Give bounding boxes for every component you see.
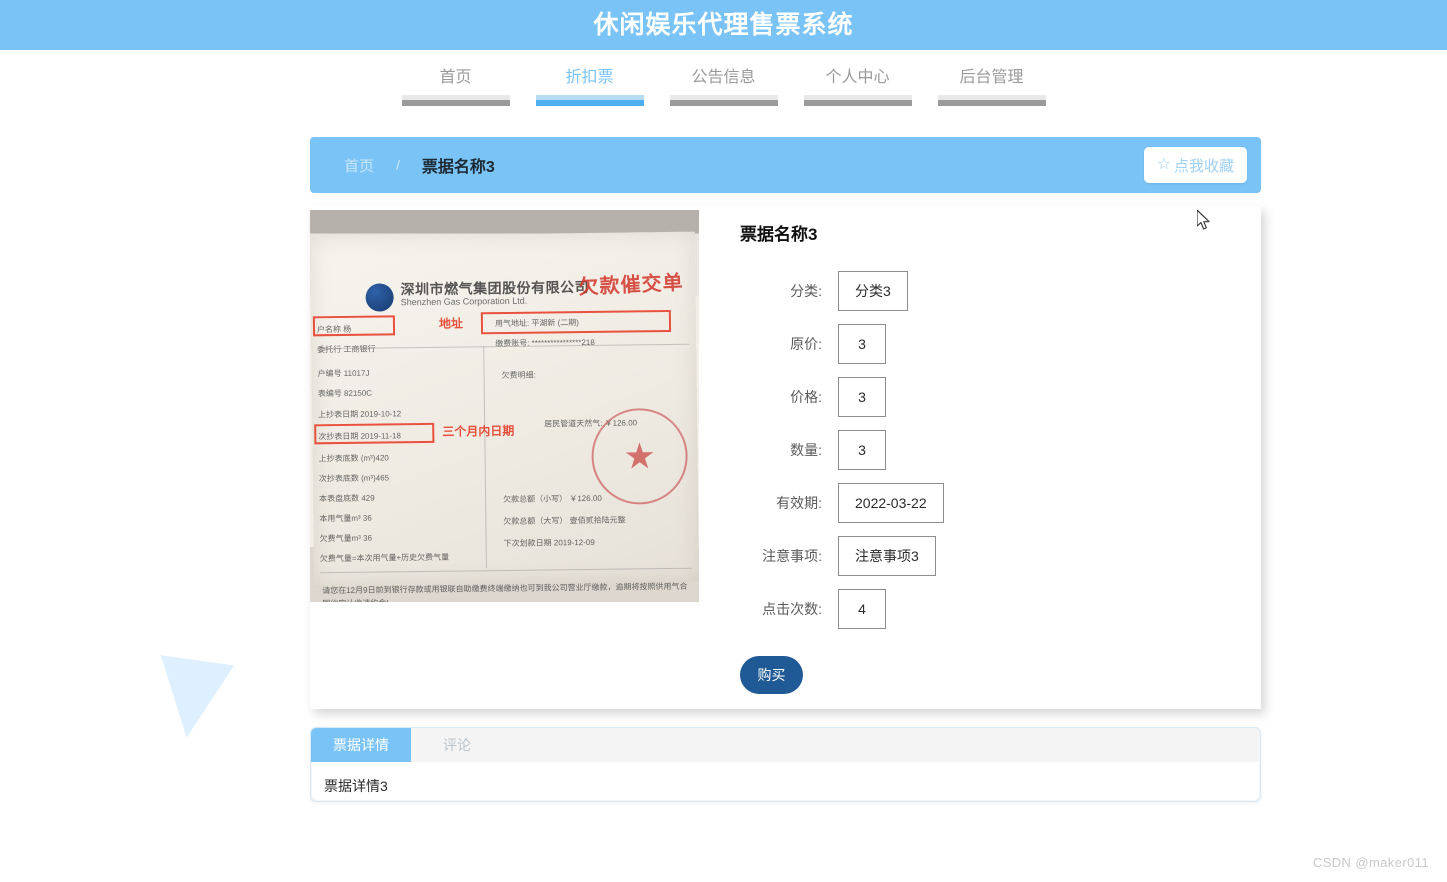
- photo-text-line: 欠费明细:: [501, 370, 536, 381]
- form-row-notes: 注意事项: 注意事项3: [728, 536, 1248, 576]
- nav-item-discount-tickets[interactable]: 折扣票: [535, 68, 644, 106]
- notes-value: 注意事项3: [838, 536, 936, 576]
- photo-text-line: 缴费账号: ****************218: [495, 337, 595, 349]
- nav-underline: [401, 95, 510, 106]
- site-title: 休闲娱乐代理售票系统: [593, 10, 854, 39]
- site-header: 休闲娱乐代理售票系统: [0, 0, 1447, 50]
- form-row-original-price: 原价: 3: [728, 324, 1248, 364]
- breadcrumb-home-link[interactable]: 首页: [344, 155, 374, 176]
- form-label: 有效期:: [776, 495, 822, 511]
- breadcrumb-separator: /: [396, 157, 400, 173]
- photo-text-line: 请您在12月9日前到银行存款或用银联自助缴费终端缴纳也可到我公司营业厅缴款，逾期…: [322, 581, 688, 602]
- tab-ticket-details[interactable]: 票据详情: [311, 728, 411, 762]
- detail-title: 票据名称3: [740, 225, 818, 244]
- photo-text-line: 委托行 工商银行: [317, 344, 376, 355]
- photo-text-line: 上抄表日期 2019-10-12: [318, 409, 402, 420]
- favorite-button[interactable]: ☆ 点我收藏: [1143, 147, 1247, 183]
- photo-highlight-box: [480, 309, 672, 335]
- click-count-value: 4: [838, 589, 886, 629]
- form-row-price: 价格: 3: [728, 377, 1248, 417]
- photo-text-line: 欠款总额（大写） 壹佰贰拾陆元整: [503, 515, 626, 527]
- nav-item-label: 折扣票: [565, 69, 614, 86]
- form-label: 价格:: [790, 389, 822, 405]
- photo-text-line: 欠费气量m³ 36: [319, 533, 373, 544]
- form-row-category: 分类: 分类3: [728, 271, 1248, 311]
- tabs-strip: 票据详情 评论: [311, 728, 1260, 762]
- validity-value: 2022-03-22: [838, 483, 944, 523]
- main-nav: 首页 折扣票 公告信息 个人中心 后台管理: [0, 50, 1447, 114]
- form-row-validity: 有效期: 2022-03-22: [728, 483, 1248, 523]
- form-label: 数量:: [790, 442, 822, 458]
- photo-divider: [483, 346, 487, 569]
- nav-item-label: 个人中心: [825, 69, 890, 86]
- nav-underline: [535, 95, 644, 106]
- photo-text-line: 户编号 11017J: [317, 368, 370, 379]
- tab-content-ticket-details: 票据详情3: [312, 762, 1259, 800]
- form-label: 点击次数:: [762, 601, 822, 617]
- gas-company-logo-icon: [365, 283, 394, 312]
- form-label: 原价:: [790, 336, 822, 352]
- nav-item-label: 首页: [439, 69, 472, 86]
- bottom-tabs-panel: 票据详情 评论 票据详情3: [310, 727, 1261, 802]
- detail-form: 票据名称3 分类: 分类3 原价: 3 价格: 3 数量: 3 有效期: 202…: [728, 220, 1248, 694]
- price-value: 3: [838, 377, 886, 417]
- photo-stamp-text: 欠款催交单: [578, 271, 685, 299]
- photo-annotation: 地址: [438, 316, 464, 331]
- breadcrumb: 首页 / 票据名称3 ☆ 点我收藏: [310, 137, 1261, 193]
- photo-company-name-en: Shenzhen Gas Corporation Ltd.: [400, 295, 528, 308]
- photo-text-line: 下次划款日期 2019-12-09: [503, 537, 595, 549]
- nav-item-label: 公告信息: [691, 69, 756, 86]
- photo-text-line: 表编号 82150C: [317, 388, 373, 399]
- form-label: 注意事项:: [762, 548, 822, 564]
- photo-text-line: 本用气量m³ 36: [319, 513, 372, 524]
- nav-underline: [937, 95, 1046, 106]
- nav-item-label: 后台管理: [959, 69, 1024, 86]
- photo-text-line: 本表盘底数 429: [319, 493, 375, 504]
- nav-item-personal-center[interactable]: 个人中心: [803, 68, 912, 106]
- form-row-quantity: 数量: 3: [728, 430, 1248, 470]
- favorite-button-label: 点我收藏: [1173, 157, 1234, 175]
- nav-underline: [669, 95, 778, 106]
- photo-text-line: 欠款总额（小写） ￥126.00: [503, 493, 602, 505]
- photo-annotation: 三个月内日期: [442, 423, 515, 439]
- tab-comments[interactable]: 评论: [411, 728, 503, 762]
- photo-paper: 深圳市燃气集团股份有限公司 Shenzhen Gas Corporation L…: [310, 231, 699, 602]
- detail-panel: 深圳市燃气集团股份有限公司 Shenzhen Gas Corporation L…: [310, 206, 1261, 709]
- form-label: 分类:: [790, 283, 822, 299]
- breadcrumb-current: 票据名称3: [421, 159, 495, 176]
- form-row-click-count: 点击次数: 4: [728, 589, 1248, 629]
- nav-item-announcements[interactable]: 公告信息: [669, 68, 778, 106]
- photo-text-line: 上抄表底数 (m³)420: [318, 453, 389, 464]
- photo-divider: [319, 567, 692, 574]
- seal-star-icon: ★: [623, 435, 656, 477]
- buy-button[interactable]: 购买: [740, 656, 803, 694]
- page-root: 休闲娱乐代理售票系统 首页 折扣票 公告信息 个人中心 后台管理 首页 / 票据…: [0, 0, 1447, 882]
- quantity-value: 3: [838, 430, 886, 470]
- star-outline-icon: ☆: [1156, 156, 1171, 173]
- photo-highlight-box: [314, 422, 435, 445]
- original-price-value: 3: [838, 324, 886, 364]
- nav-item-home[interactable]: 首页: [401, 68, 510, 106]
- nav-item-admin[interactable]: 后台管理: [937, 68, 1046, 106]
- decorative-triangle: [149, 655, 235, 743]
- category-value: 分类3: [838, 271, 908, 311]
- red-seal-icon: ★: [591, 407, 689, 505]
- bill-photo[interactable]: 深圳市燃气集团股份有限公司 Shenzhen Gas Corporation L…: [310, 210, 699, 602]
- photo-text-line: 次抄表底数 (m³)465: [318, 473, 390, 484]
- nav-underline: [803, 95, 912, 106]
- photo-highlight-box: [312, 315, 396, 337]
- photo-text-line: 欠费气量=本次用气量+历史欠费气量: [319, 552, 450, 564]
- watermark: CSDN @maker011: [1312, 855, 1429, 870]
